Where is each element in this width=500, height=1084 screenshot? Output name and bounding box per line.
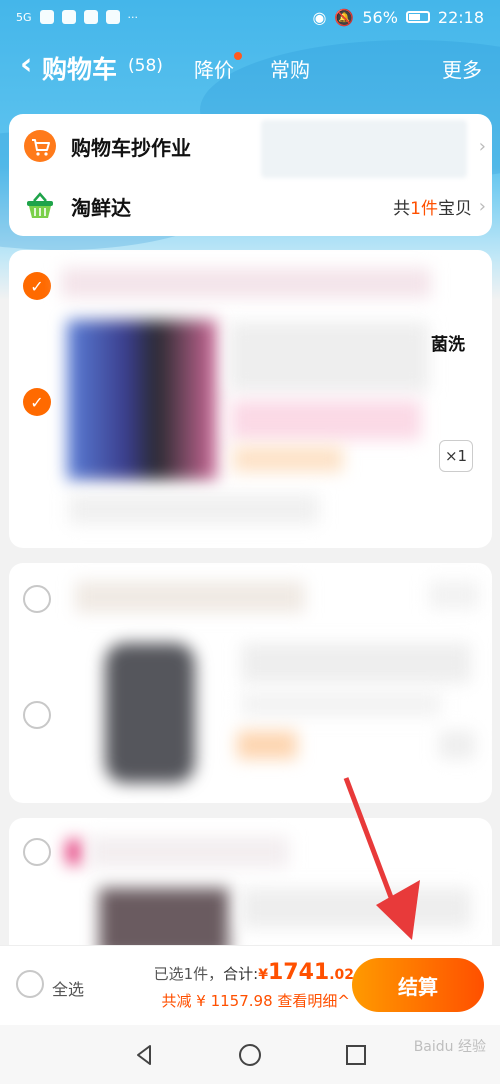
cart-orange-icon [23, 129, 57, 163]
checkout-bar: 全选 已选1件，合计:¥1741.02 共减 ¥ 1157.98 查看明细^ 结… [0, 945, 500, 1025]
item-checkbox[interactable]: ✓ [23, 388, 51, 416]
home-circle-icon[interactable] [238, 1043, 262, 1067]
page-title: 购物车 [42, 55, 118, 84]
shop-card [9, 563, 492, 803]
checkout-button[interactable]: 结算 [352, 958, 484, 1012]
shop-checkbox[interactable] [23, 585, 51, 613]
summary-count: 1件 [410, 198, 438, 219]
shop-checkbox[interactable] [23, 838, 51, 866]
product-title-tail: 菌洗 [431, 335, 465, 355]
tab-price-drop-label: 降价 [194, 58, 234, 82]
currency-symbol: ¥ [258, 967, 268, 983]
summary-prefix: 共 [393, 198, 411, 219]
quantity-stepper[interactable]: ×1 [439, 440, 473, 472]
blurred-sku [241, 691, 441, 717]
selected-count: 已选1件， [153, 965, 224, 983]
cloud-icon [83, 10, 98, 24]
blurred-shop-action [429, 581, 479, 609]
select-all-label[interactable]: 全选 [52, 976, 84, 1000]
blurred-price [233, 446, 343, 472]
battery-icon [405, 11, 430, 23]
discount-summary[interactable]: 共减 ¥ 1157.98 查看明细^ [161, 990, 350, 1011]
app-icon [61, 10, 76, 24]
notification-icon [105, 10, 120, 24]
signal-indicator: 5G [16, 10, 32, 24]
basket-green-icon [23, 189, 57, 223]
blurred-shop-name [75, 581, 305, 613]
shop-checkbox[interactable]: ✓ [23, 272, 51, 300]
cart-count: (58) [128, 56, 163, 76]
more-button[interactable]: 更多 [442, 54, 482, 83]
view-detail-link[interactable]: 查看明细 [277, 992, 337, 1010]
taoxianda-row[interactable]: 淘鲜达 共1件宝贝 › [9, 176, 492, 236]
blurred-quantity [439, 731, 475, 759]
select-all-checkbox[interactable] [16, 970, 44, 998]
chevron-up-icon: ^ [337, 992, 350, 1010]
more-notifications-icon: ··· [127, 10, 139, 24]
item-checkbox[interactable] [23, 701, 51, 729]
mute-icon: 🔕 [334, 7, 355, 27]
blurred-product-title [241, 643, 471, 683]
blurred-shop-logo [67, 840, 81, 864]
new-dot-badge [234, 52, 242, 60]
total-label: 合计: [223, 965, 259, 983]
eye-icon: ◉ [312, 7, 327, 27]
total-summary: 已选1件，合计:¥1741.02 [154, 960, 354, 985]
total-price-integer: 1741 [267, 960, 330, 985]
shop-card: ✓ ✓ 菌洗 ×1 [9, 250, 492, 548]
blurred-product-title [241, 888, 471, 928]
tab-frequent[interactable]: 常购 [270, 54, 310, 83]
clock: 22:18 [437, 7, 484, 27]
chevron-left-icon[interactable]: ‹ [20, 50, 32, 80]
status-bar: 5G ··· ◉ 🔕 56% 22:18 [0, 0, 500, 34]
baidu-watermark: Baidu 经验 [413, 1039, 486, 1055]
blurred-price [237, 731, 297, 759]
blurred-shop-name [89, 836, 289, 868]
discount-label: 共减 [161, 992, 192, 1010]
summary-suffix: 宝贝 [438, 198, 472, 219]
blurred-preview [261, 120, 467, 178]
total-price-decimal: .02 [329, 967, 354, 983]
blurred-sku [231, 400, 421, 440]
cart-nav-bar: ‹ 购物车 (58) 降价 常购 更多 [0, 44, 500, 88]
blurred-product-image [67, 320, 217, 480]
battery-percent: 56% [362, 7, 398, 27]
shop-card [9, 818, 492, 958]
recents-square-icon[interactable] [344, 1043, 368, 1067]
discount-value: ¥ 1157.98 [196, 992, 273, 1010]
tab-price-drop[interactable]: 降价 [194, 52, 242, 83]
blurred-product-title [229, 322, 429, 392]
homework-label: 购物车抄作业 [71, 135, 191, 160]
blurred-product-image [105, 643, 195, 783]
cart-tools-card: 购物车抄作业 › 淘鲜达 共1件宝贝 › [9, 114, 492, 236]
wifi-icon [39, 10, 54, 24]
taoxianda-label: 淘鲜达 [71, 195, 131, 220]
chevron-right-icon: › [478, 135, 486, 157]
chevron-right-icon: › [478, 195, 486, 217]
back-triangle-icon[interactable] [132, 1043, 156, 1067]
taoxianda-summary: 共1件宝贝 [393, 194, 472, 219]
blurred-shop-name [61, 268, 431, 298]
homework-row[interactable]: 购物车抄作业 › [9, 116, 492, 178]
blurred-promo [69, 494, 319, 524]
